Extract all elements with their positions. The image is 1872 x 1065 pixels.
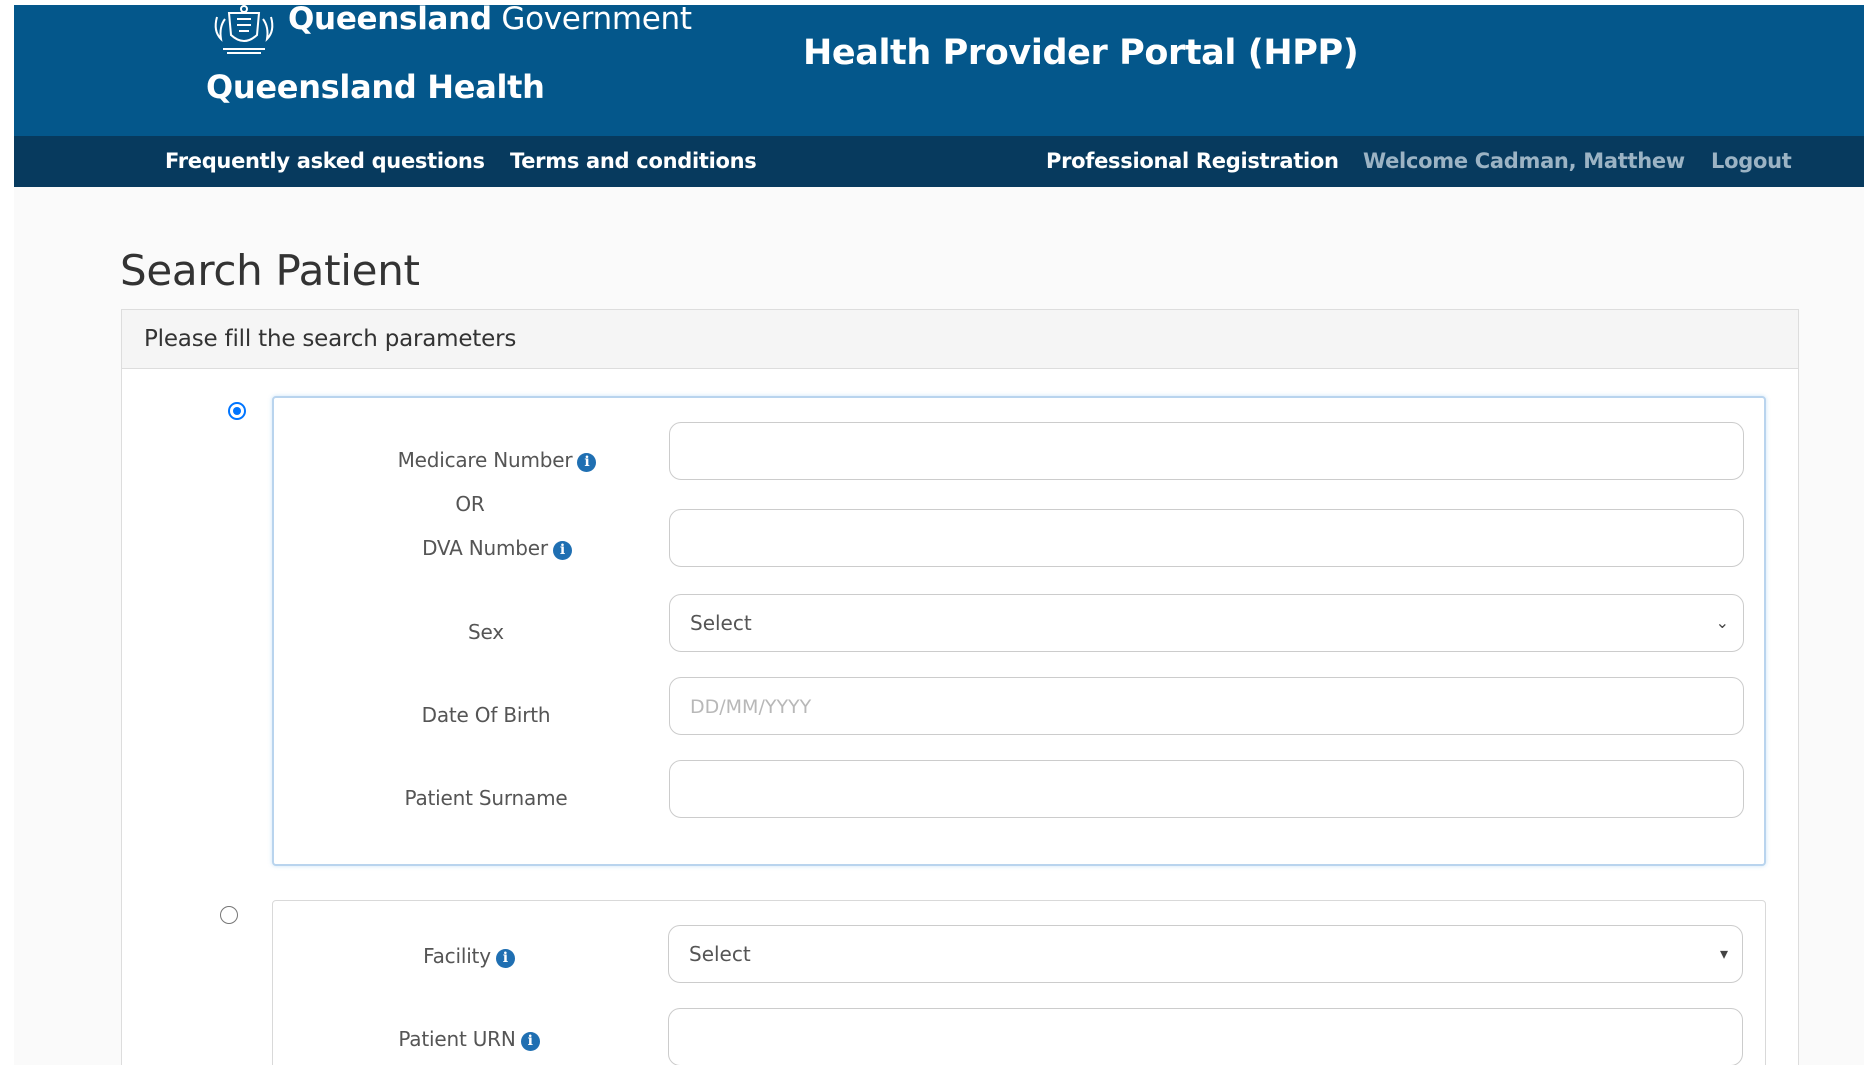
nav-welcome-user[interactable]: Welcome Cadman, Matthew	[1363, 136, 1685, 187]
medicare-number-label: Medicare Number i	[337, 447, 657, 473]
site-header: Queensland Government Queensland Health …	[14, 5, 1864, 136]
page-title: Search Patient	[120, 246, 420, 295]
portal-title: Health Provider Portal (HPP)	[803, 33, 1359, 73]
facility-label: Facility i	[309, 943, 629, 969]
medicare-search-group: Medicare Number i OR DVA Number i Sex Date…	[272, 396, 1766, 866]
search-panel: Please fill the search parameters Medica…	[121, 309, 1799, 1065]
panel-heading-text: Please fill the search parameters	[144, 326, 517, 352]
facility-search-group: Facility i Patient URN i Select ▾	[272, 900, 1766, 1065]
chevron-down-icon: ⌄	[1715, 613, 1729, 632]
search-by-facility-radio[interactable]	[220, 906, 238, 924]
patient-surname-input[interactable]	[669, 760, 1744, 818]
nav-terms-link[interactable]: Terms and conditions	[510, 136, 757, 187]
dva-number-label: DVA Number i	[337, 535, 657, 561]
nav-logout-link[interactable]: Logout	[1711, 136, 1792, 187]
page: Queensland Government Queensland Health …	[14, 5, 1864, 1065]
facility-label-text: Facility	[423, 944, 491, 968]
info-icon[interactable]: i	[577, 453, 597, 472]
surname-label: Patient Surname	[404, 786, 568, 810]
nav-faq-link[interactable]: Frequently asked questions	[165, 136, 485, 187]
nav-registration-link[interactable]: Professional Registration	[1046, 136, 1339, 187]
info-icon[interactable]: i	[495, 949, 515, 968]
sex-select[interactable]: Select ⌄	[669, 594, 1744, 652]
sex-label: Sex	[468, 620, 504, 644]
department-name: Queensland Health	[206, 68, 545, 106]
facility-select[interactable]: Select ▾	[668, 925, 1743, 983]
patient-urn-label-text: Patient URN	[398, 1027, 516, 1051]
info-icon[interactable]: i	[552, 541, 572, 560]
dva-number-input[interactable]	[669, 509, 1744, 567]
info-icon[interactable]: i	[520, 1032, 540, 1051]
caret-down-icon: ▾	[1719, 944, 1728, 963]
panel-heading: Please fill the search parameters	[122, 310, 1798, 369]
coat-of-arms-logo	[214, 5, 274, 54]
dob-input[interactable]	[669, 677, 1744, 735]
medicare-number-input[interactable]	[669, 422, 1744, 480]
sex-select-value: Select	[690, 611, 752, 635]
dob-label: Date Of Birth	[421, 703, 551, 727]
facility-select-value: Select	[689, 942, 751, 966]
patient-urn-label: Patient URN i	[309, 1026, 629, 1052]
dva-number-label-text: DVA Number	[422, 536, 548, 560]
government-wordmark: Queensland Government	[288, 5, 692, 37]
patient-urn-input[interactable]	[668, 1008, 1743, 1065]
gov-wordmark-thin: Government	[501, 5, 692, 37]
medicare-number-label-text: Medicare Number	[397, 448, 573, 472]
search-by-medicare-radio[interactable]	[228, 402, 246, 420]
gov-wordmark-bold: Queensland	[288, 5, 492, 37]
top-nav: Frequently asked questions Terms and con…	[14, 136, 1864, 187]
or-separator: OR	[455, 492, 485, 516]
